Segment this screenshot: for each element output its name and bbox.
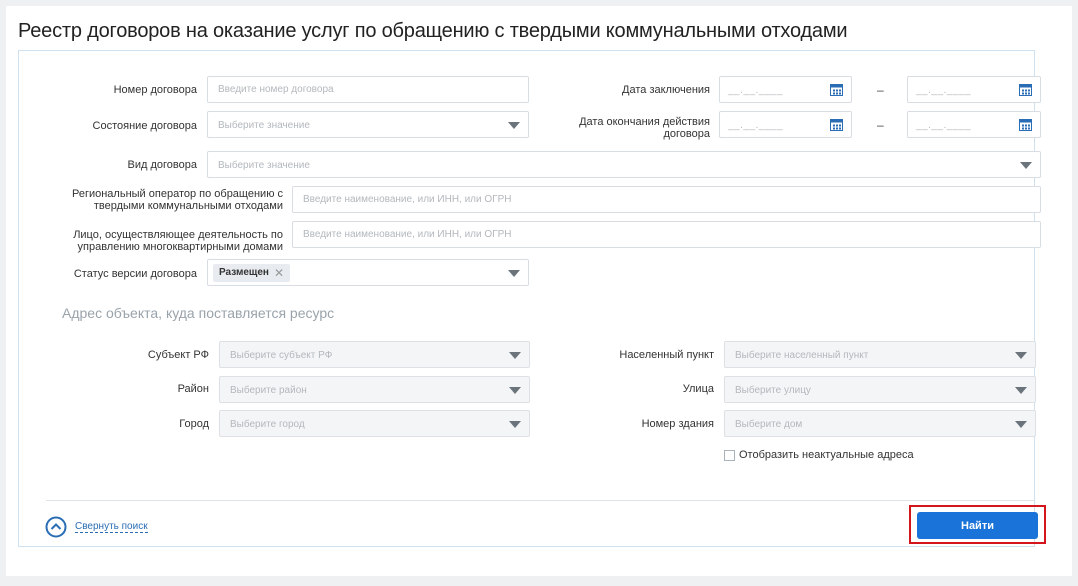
chevron-up-circle-icon[interactable] <box>45 516 67 538</box>
find-button-highlight: Найти <box>909 505 1046 544</box>
show-obsolete-checkbox[interactable] <box>724 450 735 461</box>
end-date-from[interactable]: __.__.____ <box>719 111 852 138</box>
calendar-icon[interactable] <box>1019 118 1032 131</box>
date-placeholder: __.__.____ <box>728 120 784 131</box>
settlement-placeholder: Выберите населенный пункт <box>735 350 869 361</box>
regional-operator-input[interactable] <box>292 186 1041 213</box>
collapse-search-label[interactable]: Свернуть поиск <box>75 521 148 533</box>
building-select[interactable]: Выберите дом <box>724 410 1036 437</box>
date-placeholder: __.__.____ <box>728 85 784 96</box>
management-org-input[interactable] <box>292 221 1041 248</box>
chevron-down-icon <box>1020 162 1032 169</box>
contract-number-input[interactable] <box>207 76 529 103</box>
end-date-label: Дата окончания действия договора <box>579 116 710 140</box>
street-select[interactable]: Выберите улицу <box>724 376 1036 403</box>
regional-operator-label: Региональный оператор по обращению с тве… <box>71 188 283 212</box>
contract-state-placeholder: Выберите значение <box>218 120 310 131</box>
city-select[interactable]: Выберите город <box>219 410 530 437</box>
chevron-down-icon <box>1015 387 1027 394</box>
date-placeholder: __.__.____ <box>916 85 972 96</box>
show-obsolete-label: Отобразить неактуальные адреса <box>739 449 914 461</box>
collapse-search-toggle[interactable]: Свернуть поиск <box>45 516 148 538</box>
contract-number-label: Номер договора <box>113 84 197 96</box>
conclusion-date-from[interactable]: __.__.____ <box>719 76 852 103</box>
date-placeholder: __.__.____ <box>916 120 972 131</box>
version-status-select[interactable]: Размещен ✕ <box>207 259 529 286</box>
building-label: Номер здания <box>641 418 714 430</box>
end-date-to[interactable]: __.__.____ <box>907 111 1041 138</box>
footer-divider <box>46 500 1034 501</box>
page: Реестр договоров на оказание услуг по об… <box>6 6 1072 576</box>
chevron-down-icon <box>508 122 520 129</box>
chevron-down-icon <box>509 421 521 428</box>
calendar-icon[interactable] <box>1019 83 1032 96</box>
street-label: Улица <box>682 383 714 395</box>
chevron-down-icon <box>1015 352 1027 359</box>
city-placeholder: Выберите город <box>230 419 305 430</box>
settlement-select[interactable]: Выберите населенный пункт <box>724 341 1036 368</box>
district-placeholder: Выберите район <box>230 385 307 396</box>
calendar-icon[interactable] <box>830 83 843 96</box>
find-button[interactable]: Найти <box>917 512 1038 539</box>
street-placeholder: Выберите улицу <box>735 385 811 396</box>
district-label: Район <box>177 383 209 395</box>
contract-type-select[interactable]: Выберите значение <box>207 151 1041 178</box>
contract-type-label: Вид договора <box>127 159 197 171</box>
subject-label: Субъект РФ <box>147 349 209 361</box>
subject-placeholder: Выберите субъект РФ <box>230 350 333 361</box>
district-select[interactable]: Выберите район <box>219 376 530 403</box>
conclusion-date-label: Дата заключения <box>622 84 710 96</box>
conclusion-date-to[interactable]: __.__.____ <box>907 76 1041 103</box>
building-placeholder: Выберите дом <box>735 419 803 430</box>
chevron-down-icon <box>509 387 521 394</box>
date-range-separator: – <box>877 83 884 97</box>
management-org-label: Лицо, осуществляющее деятельность по упр… <box>73 229 283 253</box>
status-tag: Размещен ✕ <box>213 264 291 282</box>
chevron-down-icon <box>508 270 520 277</box>
date-range-separator: – <box>877 118 884 132</box>
page-title: Реестр договоров на оказание услуг по об… <box>18 20 848 42</box>
city-label: Город <box>179 418 209 430</box>
contract-state-select[interactable]: Выберите значение <box>207 111 529 138</box>
chevron-down-icon <box>509 352 521 359</box>
contract-state-label: Состояние договора <box>92 120 197 132</box>
calendar-icon[interactable] <box>830 118 843 131</box>
close-icon[interactable]: ✕ <box>274 264 284 282</box>
search-panel: Номер договора Состояние договора Выбери… <box>18 50 1046 547</box>
address-section-title: Адрес объекта, куда поставляется ресурс <box>62 305 335 321</box>
settlement-label: Населенный пункт <box>619 349 714 361</box>
contract-type-placeholder: Выберите значение <box>218 160 310 171</box>
chevron-down-icon <box>1015 421 1027 428</box>
status-tag-label: Размещен <box>219 267 269 278</box>
version-status-label: Статус версии договора <box>73 268 197 280</box>
subject-select[interactable]: Выберите субъект РФ <box>219 341 530 368</box>
